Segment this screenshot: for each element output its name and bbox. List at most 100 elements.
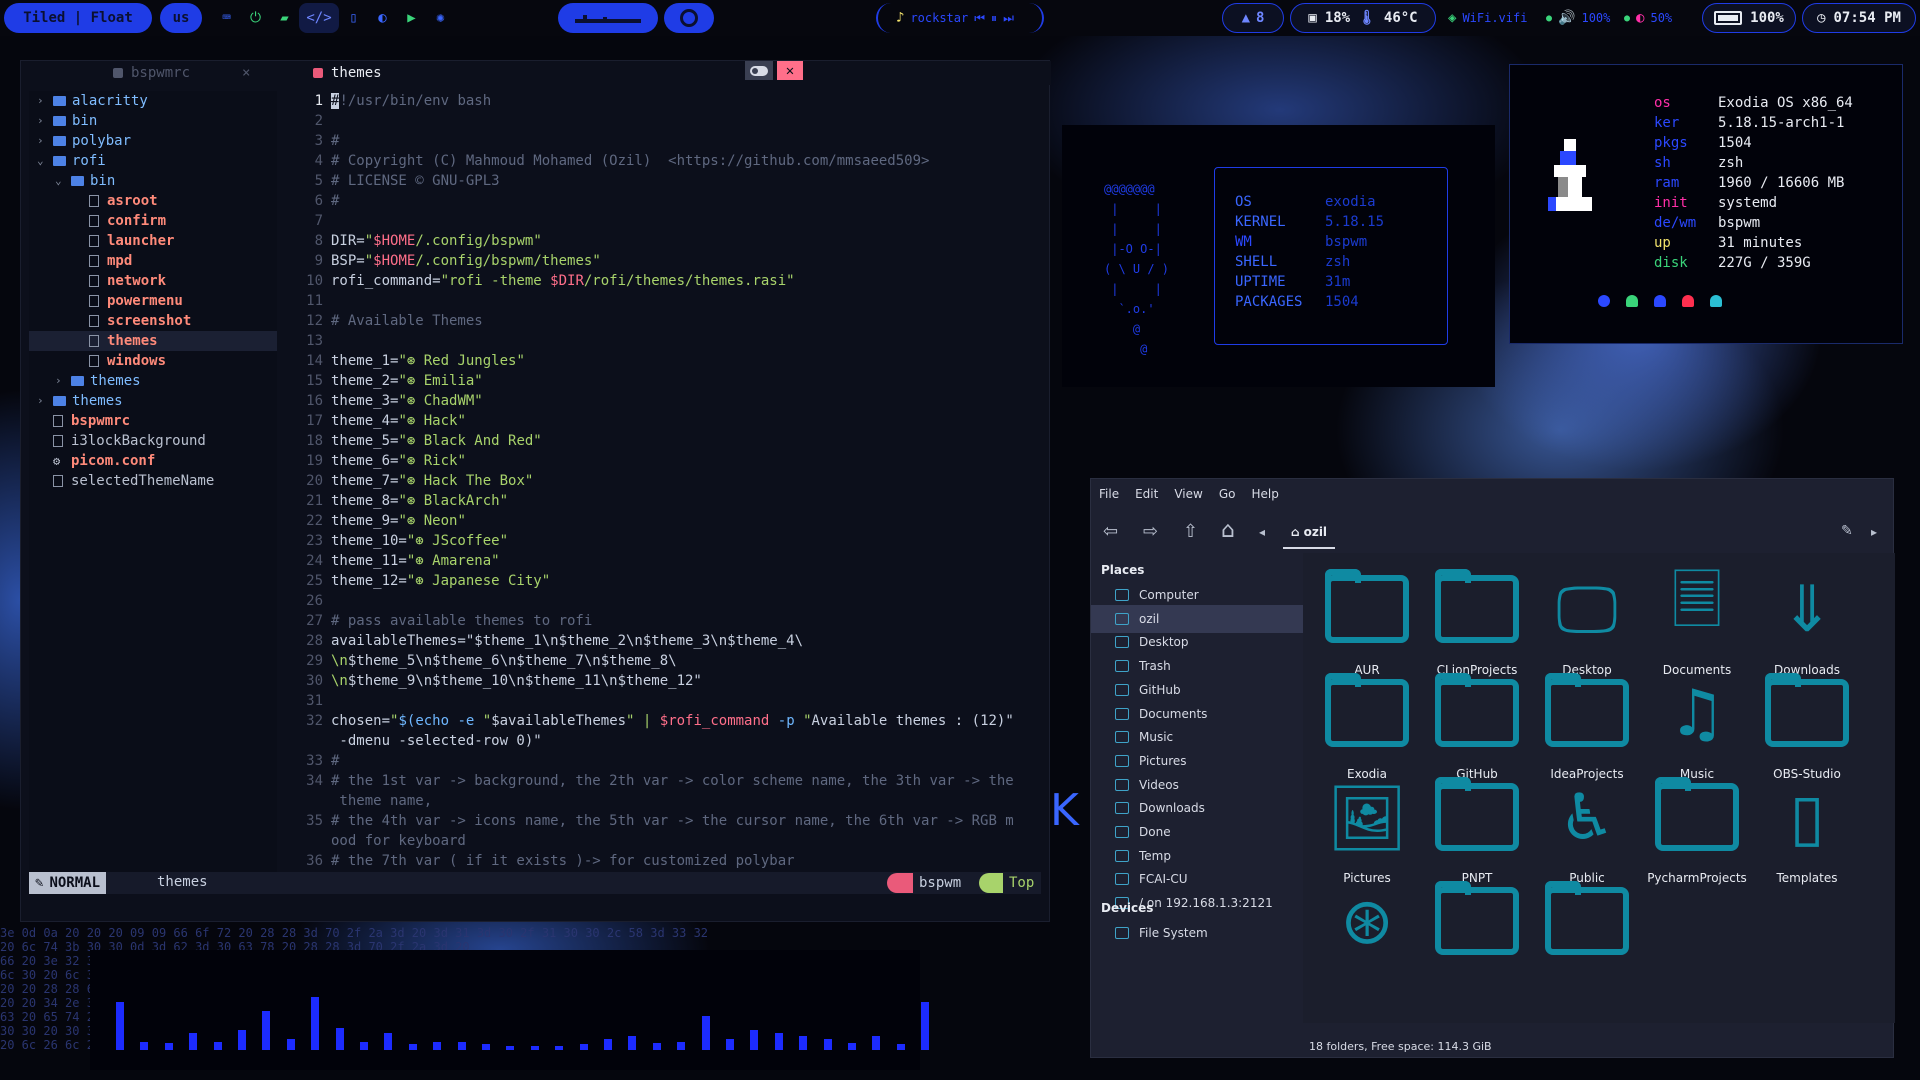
network-widget[interactable]: ◈ WiFi.vifi [1448,3,1527,33]
tab-themes[interactable]: themes [313,63,382,83]
code-line[interactable]: theme_9="⊛ Neon" [331,511,466,531]
up-icon[interactable]: ⇧ [1183,521,1198,542]
code-line[interactable]: # the 4th var -> icons name, the 5th var… [331,811,1014,831]
tree-item[interactable]: ⌄ bin [29,171,277,191]
youtube-icon[interactable]: ▶ [397,3,426,33]
code-line[interactable]: DIR="$HOME/.config/bspwm" [331,231,542,251]
file-item[interactable] [1423,877,1531,1003]
sidebar-item-file-system[interactable]: File System [1091,919,1303,947]
folder-icon[interactable]: ▰ [270,3,299,33]
menu-go[interactable]: Go [1219,487,1236,501]
tree-item[interactable]: ⚙ picom.conf [29,451,277,471]
previous-track-icon[interactable]: ⏮ [974,11,985,26]
volume-widget[interactable]: ● 🔊 100% [1546,3,1610,33]
code-line[interactable]: # the 1st var -> background, the 2th var… [331,771,1014,791]
code-line[interactable]: ood for keyboard [331,831,466,851]
file-item[interactable] [1533,877,1641,1003]
branch-icon [887,873,913,893]
home-icon[interactable]: ⌂ [1221,518,1235,543]
code-line[interactable]: BSP="$HOME/.config/bspwm/themes" [331,251,601,271]
settings-icon[interactable]: ✺ [426,3,455,33]
code-line[interactable]: # [331,131,339,151]
toggle-button[interactable] [745,61,773,80]
tab-bspwmrc[interactable]: bspwmrc × [113,63,250,83]
code-line[interactable]: \n$theme_9\n$theme_10\n$theme_11\n$theme… [331,671,702,691]
code-area[interactable]: 1 #!/usr/bin/env bash 2 3 #4 # Copyright (C) … [277,91,1049,881]
menu-file[interactable]: File [1099,487,1119,501]
code-line[interactable]: \n$theme_5\n$theme_6\n$theme_7\n$theme_8… [331,651,677,671]
code-line[interactable]: theme_8="⊛ BlackArch" [331,491,508,511]
keyboard-layout-button[interactable]: us [160,3,202,33]
file-item[interactable]: ▯ Templates [1753,773,1861,899]
tree-item[interactable]: mpd [29,251,277,271]
tree-item[interactable]: selectedThemeName [29,471,277,491]
tree-item[interactable]: asroot [29,191,277,211]
code-line[interactable]: theme_11="⊛ Amarena" [331,551,500,571]
close-tab-button[interactable]: ✕ [777,61,803,80]
code-line[interactable]: chosen="$(echo -e "$availableThemes" | $… [331,711,1014,731]
code-line[interactable]: theme_2="⊛ Emilia" [331,371,483,391]
tree-item[interactable]: › alacritty [29,91,277,111]
layout-mode-button[interactable]: Tiled | Float [4,3,152,33]
code-line[interactable]: theme_1="⊛ Red Jungles" [331,351,525,371]
power-icon[interactable]: ⏻ [241,3,270,33]
brightness-widget[interactable]: ● ◐ 50% [1624,3,1672,33]
code-line[interactable]: theme_6="⊛ Rick" [331,451,466,471]
edit-path-icon[interactable]: ✎ [1841,523,1853,539]
code-line[interactable]: theme_3="⊛ ChadWM" [331,391,483,411]
place-icon [1115,754,1129,767]
tree-item[interactable]: › polybar [29,131,277,151]
tree-item[interactable]: powermenu [29,291,277,311]
close-icon[interactable]: × [242,65,250,81]
pause-icon[interactable]: ⏸ [991,11,997,26]
updates-widget[interactable]: ▲ 8 [1222,3,1284,33]
tree-item[interactable]: themes [29,331,277,351]
code-line[interactable]: # [331,191,339,211]
code-line[interactable]: # pass available themes to rofi [331,611,592,631]
tree-item[interactable]: › themes [29,391,277,411]
terminal-icon[interactable]: ⌨ [212,3,241,33]
tree-item[interactable]: bspwmrc [29,411,277,431]
back-icon[interactable]: ⇦ [1103,521,1118,542]
breadcrumb[interactable]: ⌂ ozil [1283,517,1336,549]
code-line[interactable]: theme_7="⊛ Hack The Box" [331,471,533,491]
clock-widget[interactable]: ◷ 07:54 PM [1802,3,1916,33]
tree-item[interactable]: ⌄ rofi [29,151,277,171]
forward-icon[interactable]: ⇨ [1143,521,1158,542]
phone-icon[interactable]: ▯ [339,3,368,33]
tree-item[interactable]: i3lockBackground [29,431,277,451]
code-icon[interactable]: </> [299,3,339,33]
menu-edit[interactable]: Edit [1135,487,1158,501]
screen-record-button[interactable] [664,3,714,33]
code-line[interactable]: theme_5="⊛ Black And Red" [331,431,542,451]
tree-item[interactable]: windows [29,351,277,371]
code-line[interactable]: availableThemes="$theme_1\n$theme_2\n$th… [331,631,803,651]
path-left-icon[interactable]: ◂ [1259,525,1265,539]
tree-item[interactable]: screenshot [29,311,277,331]
code-line[interactable]: theme_12="⊛ Japanese City" [331,571,550,591]
file-item[interactable]: ⊛ [1313,877,1421,1003]
code-line[interactable]: # Copyright (C) Mahmoud Mohamed (Ozil) <… [331,151,929,171]
tree-item[interactable]: launcher [29,231,277,251]
code-line[interactable]: #!/usr/bin/env bash [331,91,491,111]
music-widget[interactable]: ♪ rockstar ⏮ ⏸ ⏭ [876,3,1044,33]
tree-item[interactable]: network [29,271,277,291]
tree-item[interactable]: › themes [29,371,277,391]
code-line[interactable]: # LICENSE © GNU-GPL3 [331,171,500,191]
code-line[interactable]: # the 7th var ( if it exists )-> for cus… [331,851,795,871]
menu-view[interactable]: View [1174,487,1202,501]
tree-item[interactable]: confirm [29,211,277,231]
tree-item[interactable]: › bin [29,111,277,131]
code-line[interactable]: # [331,751,339,771]
code-line[interactable]: -dmenu -selected-row 0)" [331,731,541,751]
code-line[interactable]: theme name, [331,791,432,811]
next-track-icon[interactable]: ⏭ [1003,11,1014,26]
code-line[interactable]: rofi_command="rofi -theme $DIR/rofi/them… [331,271,795,291]
code-line[interactable]: theme_4="⊛ Hack" [331,411,466,431]
file-item[interactable]: PycharmProjects [1643,773,1751,899]
path-right-icon[interactable]: ▸ [1871,525,1877,539]
code-line[interactable]: # Available Themes [331,311,483,331]
menu-help[interactable]: Help [1251,487,1278,501]
code-line[interactable]: theme_10="⊛ JScoffee" [331,531,508,551]
chat-icon[interactable]: ◐ [368,3,397,33]
